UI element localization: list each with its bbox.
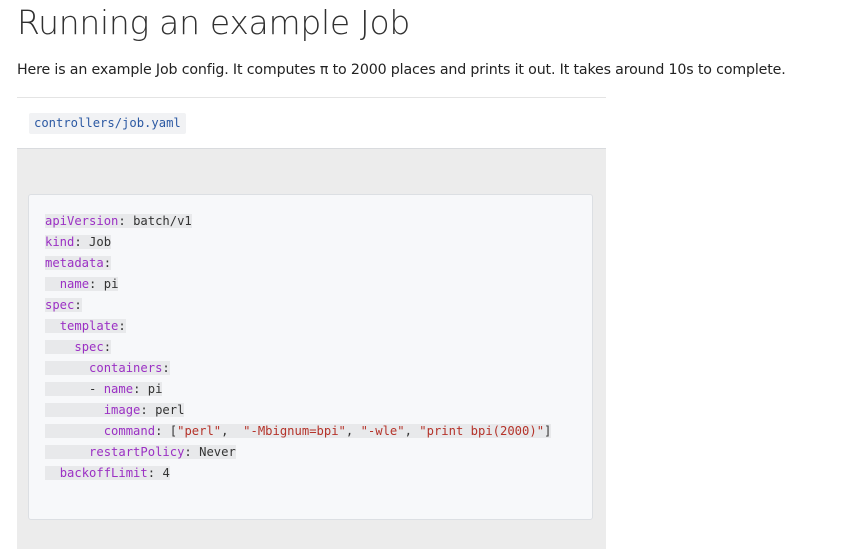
- code-line: - name: pi: [45, 379, 551, 400]
- code-line: kind: Job: [45, 232, 551, 253]
- code-token-highlight: backoffLimit: 4: [45, 466, 170, 480]
- comma: ,: [404, 424, 420, 438]
- code-token-highlight: name: pi: [45, 277, 119, 291]
- yaml-key: name: [59, 277, 90, 291]
- yaml-key: template: [59, 319, 119, 333]
- code-token-highlight: containers:: [45, 361, 170, 375]
- yaml-separator: :: [147, 466, 163, 480]
- bracket-open: [: [169, 424, 178, 438]
- file-path-label[interactable]: controllers/job.yaml: [29, 113, 186, 134]
- yaml-separator: :: [103, 340, 112, 354]
- code-token-highlight: spec:: [45, 340, 112, 354]
- string-literal: "perl": [177, 424, 222, 438]
- code-token-highlight: restartPolicy: Never: [45, 445, 236, 459]
- intro-paragraph: Here is an example Job config. It comput…: [17, 62, 786, 78]
- yaml-key: apiVersion: [45, 214, 119, 228]
- yaml-value: perl: [155, 403, 185, 417]
- code-line: apiVersion: batch/v1: [45, 211, 551, 232]
- yaml-key: containers: [89, 361, 163, 375]
- yaml-key: spec: [45, 298, 75, 312]
- yaml-separator: :: [89, 277, 104, 291]
- yaml-separator: :: [118, 319, 126, 333]
- yaml-separator: :: [74, 298, 82, 312]
- code-line: template:: [45, 316, 551, 337]
- yaml-separator: :: [118, 214, 134, 228]
- yaml-key: backoffLimit: [59, 466, 148, 480]
- code-token-highlight: template:: [45, 319, 126, 333]
- code-line: restartPolicy: Never: [45, 442, 551, 463]
- yaml-key: restartPolicy: [89, 445, 185, 459]
- section-divider: [17, 97, 606, 98]
- yaml-value: Never: [199, 445, 236, 459]
- yaml-key: spec: [74, 340, 104, 354]
- yaml-key: image: [103, 403, 141, 417]
- string-literal: "print bpi(2000)": [419, 424, 545, 438]
- list-dash: -: [89, 382, 104, 396]
- yaml-value: batch/v1: [133, 214, 192, 228]
- code-line: metadata:: [45, 253, 551, 274]
- code-token-highlight: - name: pi: [45, 382, 163, 396]
- code-line: name: pi: [45, 274, 551, 295]
- yaml-separator: :: [103, 256, 112, 270]
- yaml-key: kind: [45, 235, 75, 249]
- code-block: apiVersion: batch/v1 kind: Job metadata: n…: [28, 194, 593, 520]
- code-line: command: ["perl", "-Mbignum=bpi", "-wle"…: [45, 421, 552, 442]
- yaml-separator: :: [140, 403, 156, 417]
- yaml-separator: :: [74, 235, 90, 249]
- yaml-separator: :: [155, 424, 170, 438]
- comma: ,: [345, 424, 361, 438]
- yaml-separator: :: [133, 382, 148, 396]
- yaml-key: command: [103, 424, 156, 438]
- string-literal: "-Mbignum=bpi": [243, 424, 346, 438]
- yaml-value: 4: [162, 466, 170, 480]
- yaml-code: apiVersion: batch/v1 kind: Job metadata: n…: [45, 211, 552, 484]
- code-line: image: perl: [45, 400, 551, 421]
- bracket-close: ]: [544, 424, 552, 438]
- code-token-highlight: image: perl: [45, 403, 185, 417]
- code-line: backoffLimit: 4: [45, 463, 551, 484]
- yaml-value: pi: [147, 382, 163, 396]
- comma: ,: [221, 424, 244, 438]
- code-token-highlight: command: ["perl", "-Mbignum=bpi", "-wle"…: [45, 424, 552, 438]
- yaml-value: pi: [103, 277, 119, 291]
- code-line: spec:: [45, 295, 551, 316]
- yaml-value: Job: [89, 235, 112, 249]
- yaml-separator: :: [184, 445, 200, 459]
- yaml-separator: :: [162, 361, 170, 375]
- code-section: apiVersion: batch/v1 kind: Job metadata: n…: [17, 149, 606, 549]
- page-title: Running an example Job: [17, 3, 410, 42]
- code-line: containers:: [45, 358, 551, 379]
- code-line: spec:: [45, 337, 551, 358]
- code-token-highlight: kind: Job: [45, 235, 112, 249]
- yaml-key: name: [103, 382, 134, 396]
- string-literal: "-wle": [360, 424, 405, 438]
- code-token-highlight: metadata:: [45, 256, 112, 270]
- code-token-highlight: spec:: [45, 298, 82, 312]
- yaml-key: metadata: [45, 256, 104, 270]
- code-token-highlight: apiVersion: batch/v1: [45, 214, 192, 228]
